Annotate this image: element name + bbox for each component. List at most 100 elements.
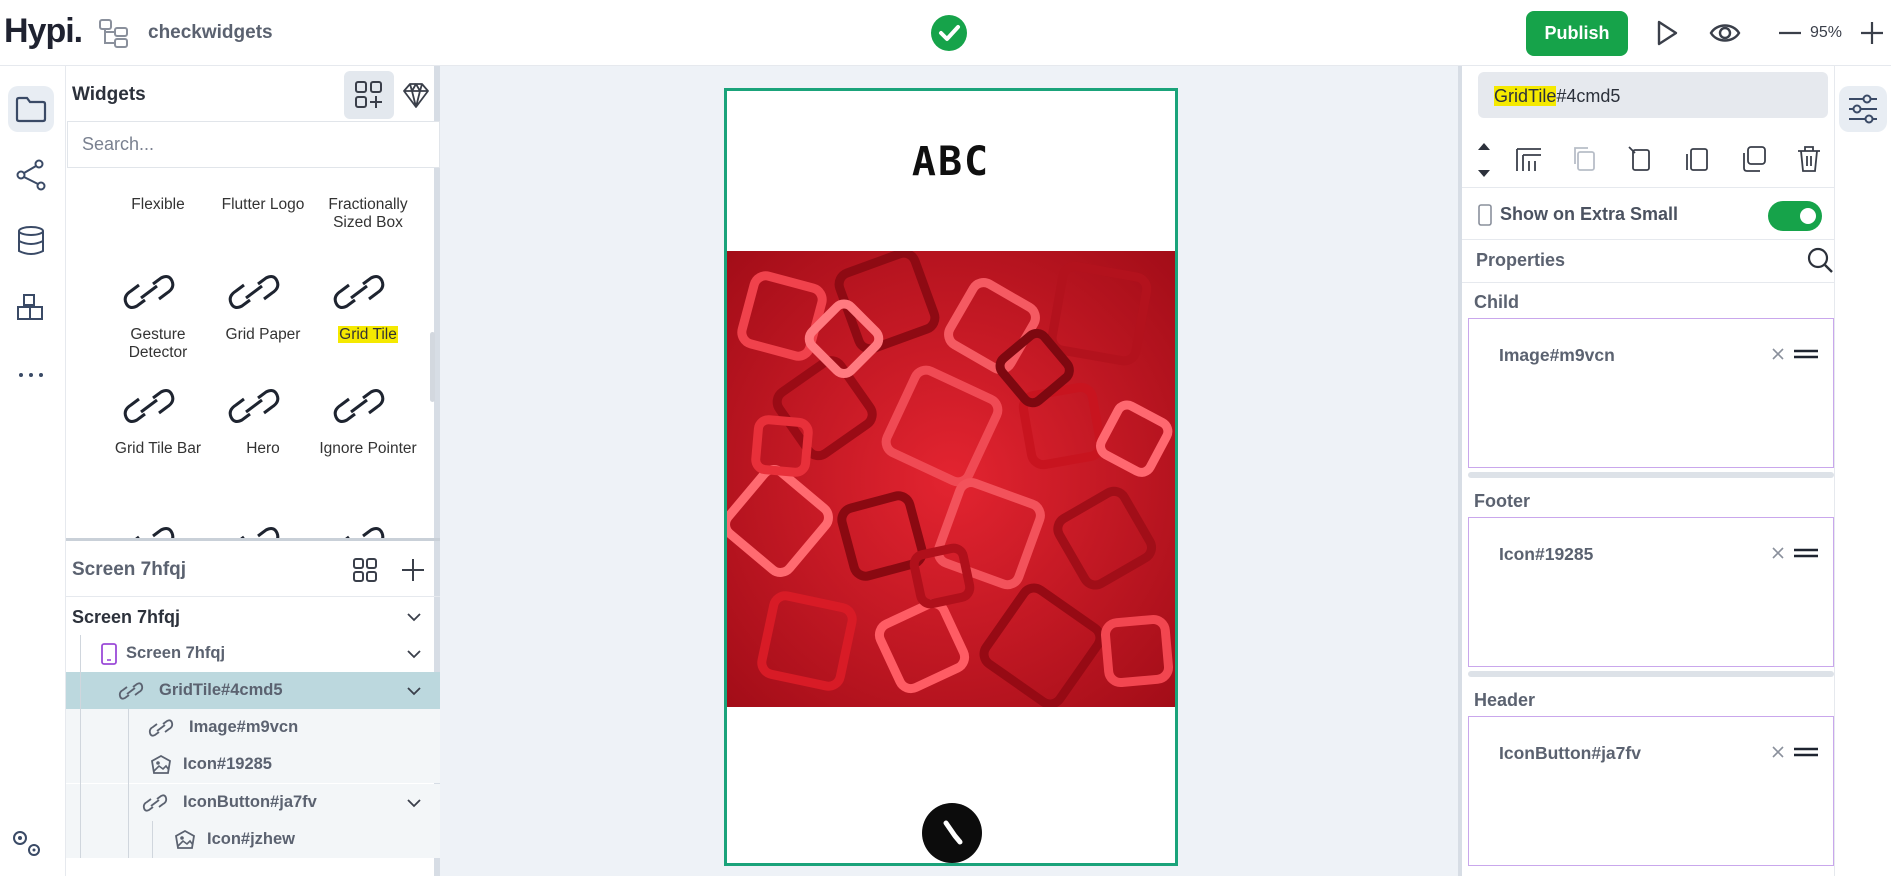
link-icon[interactable]	[121, 272, 177, 312]
link-icon[interactable]	[121, 524, 177, 538]
premium-diamond-icon[interactable]	[400, 79, 432, 111]
selected-widget-name[interactable]: GridTile#4cmd5	[1478, 72, 1828, 118]
link-icon	[148, 719, 174, 737]
project-name[interactable]: checkwidgets	[148, 22, 273, 44]
publish-button[interactable]: Publish	[1526, 11, 1628, 56]
saved-status-icon	[931, 15, 967, 51]
settings-gear-icon[interactable]	[8, 826, 44, 858]
show-on-extra-small-label: Show on Extra Small	[1500, 204, 1679, 224]
widget-item-grid-tile[interactable]: Grid Tile	[313, 326, 423, 344]
slot-footer[interactable]: Icon#19285	[1468, 517, 1834, 667]
widget-item-flexible[interactable]: Flexible	[103, 196, 213, 214]
link-icon[interactable]	[121, 386, 177, 426]
widgets-panel: Widgets Flexible Flutter Logo Fractional…	[66, 66, 440, 876]
widgets-tab[interactable]	[344, 71, 394, 119]
folder-icon	[15, 96, 47, 123]
properties-title: Properties	[1476, 250, 1566, 270]
widget-item-ignore-pointer[interactable]: Ignore Pointer	[313, 440, 423, 458]
footer-clock-icon[interactable]	[922, 803, 982, 863]
move-up-down-icon[interactable]	[1476, 140, 1492, 180]
widget-item-fractionally-sized-box[interactable]: Fractionally Sized Box	[313, 196, 423, 232]
project-tree-icon[interactable]	[98, 18, 130, 48]
hypi-logo[interactable]: Hypi.	[4, 12, 83, 51]
tree-row-screen-child[interactable]: Screen 7hfqj	[66, 635, 440, 672]
tree-row-icon[interactable]: Icon#19285	[66, 746, 440, 783]
widget-item-flutter-logo[interactable]: Flutter Logo	[208, 196, 318, 214]
mobile-screen-icon	[101, 643, 117, 665]
remove-icon[interactable]	[1771, 745, 1785, 759]
chevron-down-icon[interactable]	[406, 646, 422, 662]
divider	[1462, 282, 1834, 283]
cut-icon[interactable]	[1626, 144, 1656, 174]
rail-database-button[interactable]	[8, 218, 54, 264]
properties-panel: GridTile#4cmd5 Show on Extra Small Prope…	[1458, 66, 1834, 876]
tree-row-gridtile[interactable]: GridTile#4cmd5	[66, 672, 440, 709]
zoom-in-icon[interactable]	[1858, 17, 1886, 49]
tree-row-image[interactable]: Image#m9vcn	[66, 709, 440, 746]
slot-label-child: Child	[1474, 292, 1519, 312]
zoom-out-icon[interactable]	[1776, 17, 1804, 49]
screens-header-title[interactable]: Screen 7hfqj	[72, 559, 186, 581]
play-icon[interactable]	[1650, 17, 1682, 49]
slot-header-value[interactable]: IconButton#ja7fv	[1499, 743, 1641, 764]
drag-handle-icon[interactable]	[1793, 349, 1819, 359]
chevron-down-icon[interactable]	[406, 683, 422, 699]
tree-guide	[128, 709, 129, 858]
slot-header[interactable]: IconButton#ja7fv	[1468, 716, 1834, 866]
tree-row-screen[interactable]: Screen 7hfqj	[66, 598, 440, 635]
rail-workflow-button[interactable]	[8, 152, 54, 198]
more-dots-icon	[19, 373, 43, 377]
slot-footer-value[interactable]: Icon#19285	[1499, 544, 1593, 565]
wrap-widget-icon[interactable]	[1514, 144, 1544, 174]
add-screen-icon[interactable]	[400, 557, 426, 583]
widget-item-grid-paper[interactable]: Grid Paper	[208, 326, 318, 344]
widget-item-hero[interactable]: Hero	[208, 440, 318, 458]
share-nodes-icon	[16, 159, 46, 191]
slot-scrollbar[interactable]	[1468, 472, 1834, 478]
link-icon[interactable]	[331, 524, 387, 538]
zoom-level: 95%	[1810, 24, 1843, 41]
link-icon[interactable]	[226, 386, 282, 426]
title-text[interactable]: ABC	[727, 139, 1175, 185]
chevron-down-icon[interactable]	[406, 609, 422, 625]
link-icon[interactable]	[226, 272, 282, 312]
preview-eye-icon[interactable]	[1709, 17, 1741, 49]
device-frame[interactable]: ABC	[724, 88, 1178, 866]
remove-icon[interactable]	[1771, 347, 1785, 361]
settings-sliders-button[interactable]	[1839, 86, 1887, 132]
link-icon	[142, 794, 168, 812]
image-icon	[151, 754, 171, 774]
tree-row-nested-icon[interactable]: Icon#jzhew	[66, 821, 440, 858]
show-on-extra-small-toggle[interactable]	[1768, 201, 1822, 231]
widget-grid: Flexible Flutter Logo Fractionally Sized…	[66, 174, 440, 538]
slot-child-value[interactable]: Image#m9vcn	[1499, 345, 1615, 366]
widget-grid-scrollbar[interactable]	[430, 332, 435, 402]
tree-guide	[152, 821, 153, 858]
widget-item-grid-tile-bar[interactable]: Grid Tile Bar	[103, 440, 213, 458]
widget-item-gesture-detector[interactable]: Gesture Detector	[103, 326, 213, 362]
tree-row-iconbutton[interactable]: IconButton#ja7fv	[66, 784, 440, 821]
grid-tile-image[interactable]	[727, 251, 1175, 707]
drag-handle-icon[interactable]	[1793, 548, 1819, 558]
chevron-down-icon[interactable]	[406, 795, 422, 811]
slot-child[interactable]: Image#m9vcn	[1468, 318, 1834, 468]
link-icon[interactable]	[331, 272, 387, 312]
rail-more-button[interactable]	[8, 352, 54, 398]
slot-scrollbar[interactable]	[1468, 671, 1834, 677]
link-icon[interactable]	[226, 524, 282, 538]
duplicate-icon[interactable]	[1738, 144, 1768, 174]
widget-search-input[interactable]	[67, 121, 440, 168]
link-icon[interactable]	[331, 386, 387, 426]
delete-trash-icon[interactable]	[1794, 144, 1824, 174]
rail-components-button[interactable]	[8, 284, 54, 330]
paste-icon[interactable]	[1682, 144, 1712, 174]
right-rail	[1834, 66, 1891, 876]
drag-handle-icon[interactable]	[1793, 747, 1819, 757]
remove-icon[interactable]	[1771, 546, 1785, 560]
design-canvas[interactable]: ABC	[440, 66, 1458, 876]
link-icon	[118, 682, 144, 700]
search-icon[interactable]	[1806, 246, 1834, 274]
screens-grid-icon[interactable]	[352, 557, 378, 583]
rail-folder-button[interactable]	[8, 86, 54, 132]
copy-disabled-icon[interactable]	[1570, 144, 1600, 174]
